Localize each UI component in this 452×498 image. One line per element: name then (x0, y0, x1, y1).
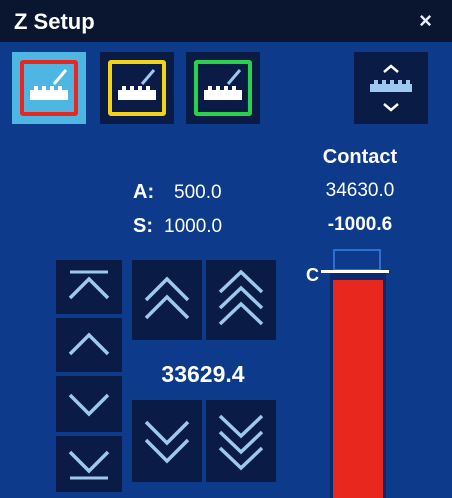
mode-button-green[interactable] (186, 52, 260, 124)
title-bar: Z Setup × (0, 0, 452, 42)
mode-button-yellow[interactable] (100, 52, 174, 124)
fast-down-icon (144, 420, 190, 464)
contact-marker-label: C (306, 265, 319, 285)
window-title: Z Setup (14, 9, 95, 34)
close-icon[interactable]: × (419, 8, 432, 34)
fast-up-icon (144, 276, 190, 320)
fast-down-button[interactable] (132, 400, 202, 482)
contact-offset: -1000.6 (327, 214, 393, 235)
s-label: S: (133, 215, 153, 237)
jog-position-readout: 33629.4 (161, 361, 245, 387)
probe-plate-green-icon (204, 69, 242, 100)
step-up-icon (68, 332, 110, 356)
move-to-top-icon (68, 270, 110, 300)
faster-up-button[interactable] (206, 260, 276, 340)
step-down-icon (68, 393, 110, 417)
z-bar-top-marker (333, 249, 381, 271)
fast-up-button[interactable] (132, 260, 202, 340)
contact-heading: Contact (322, 146, 398, 168)
step-up-button[interactable] (56, 318, 122, 372)
move-to-top-button[interactable] (56, 260, 122, 314)
move-to-bottom-icon (68, 450, 110, 480)
faster-down-button[interactable] (206, 400, 276, 482)
expand-vertical-icon (370, 64, 412, 112)
contact-value: 34630.0 (325, 180, 395, 201)
mode-button-red[interactable] (12, 52, 86, 124)
step-down-button[interactable] (56, 376, 122, 432)
expand-vertical-button[interactable] (354, 52, 428, 124)
s-value: 1000.0 (164, 216, 223, 237)
z-bar-fill (333, 280, 383, 498)
contact-line (321, 270, 389, 273)
probe-plate-red-icon (30, 69, 68, 100)
faster-up-icon (218, 269, 264, 326)
probe-plate-yellow-icon (118, 69, 156, 100)
move-to-bottom-button[interactable] (56, 436, 122, 492)
a-value: 500.0 (174, 182, 222, 203)
a-label: A: (133, 181, 155, 203)
faster-down-icon (218, 414, 264, 471)
